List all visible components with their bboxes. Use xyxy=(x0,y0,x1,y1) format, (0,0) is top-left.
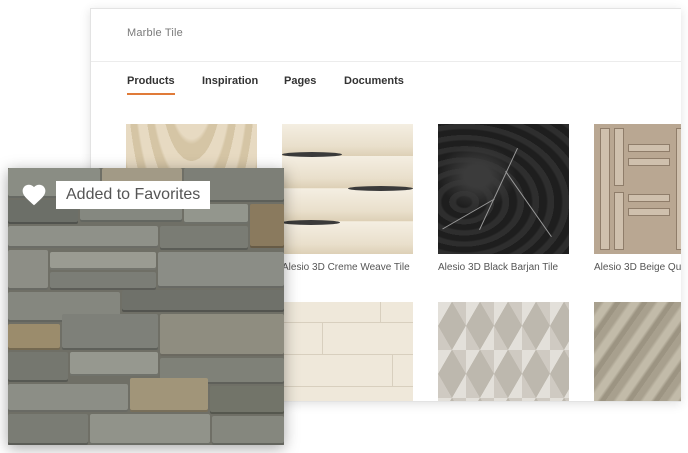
product-card[interactable]: Alesio 3D Black Barjan Tile xyxy=(438,124,569,273)
product-image[interactable] xyxy=(282,124,413,254)
product-image[interactable] xyxy=(438,124,569,254)
favorites-badge: Added to Favorites xyxy=(56,181,211,209)
heart-icon[interactable] xyxy=(21,182,47,208)
favorite-product-card[interactable]: Added to Favorites xyxy=(8,168,284,445)
favorites-badge-text: Added to Favorites xyxy=(66,186,201,203)
header-divider xyxy=(91,61,681,62)
product-image[interactable] xyxy=(594,302,681,401)
tab-products[interactable]: Products xyxy=(127,75,175,95)
product-card[interactable]: Alesio 3D Creme Weave Tile xyxy=(282,124,413,273)
product-card[interactable] xyxy=(282,302,413,401)
tab-documents[interactable]: Documents xyxy=(344,75,404,93)
product-card[interactable] xyxy=(594,302,681,401)
search-query[interactable]: Marble Tile xyxy=(127,27,183,39)
tab-inspiration[interactable]: Inspiration xyxy=(202,75,258,93)
product-image[interactable] xyxy=(594,124,681,254)
product-image[interactable] xyxy=(282,302,413,401)
product-card[interactable]: Alesio 3D Beige Qu xyxy=(594,124,681,273)
product-card[interactable] xyxy=(438,302,569,401)
product-name[interactable]: Alesio 3D Black Barjan Tile xyxy=(438,262,569,273)
product-name[interactable]: Alesio 3D Creme Weave Tile xyxy=(282,262,413,273)
product-image[interactable] xyxy=(438,302,569,401)
product-name[interactable]: Alesio 3D Beige Qu xyxy=(594,262,681,273)
tab-pages[interactable]: Pages xyxy=(284,75,316,93)
